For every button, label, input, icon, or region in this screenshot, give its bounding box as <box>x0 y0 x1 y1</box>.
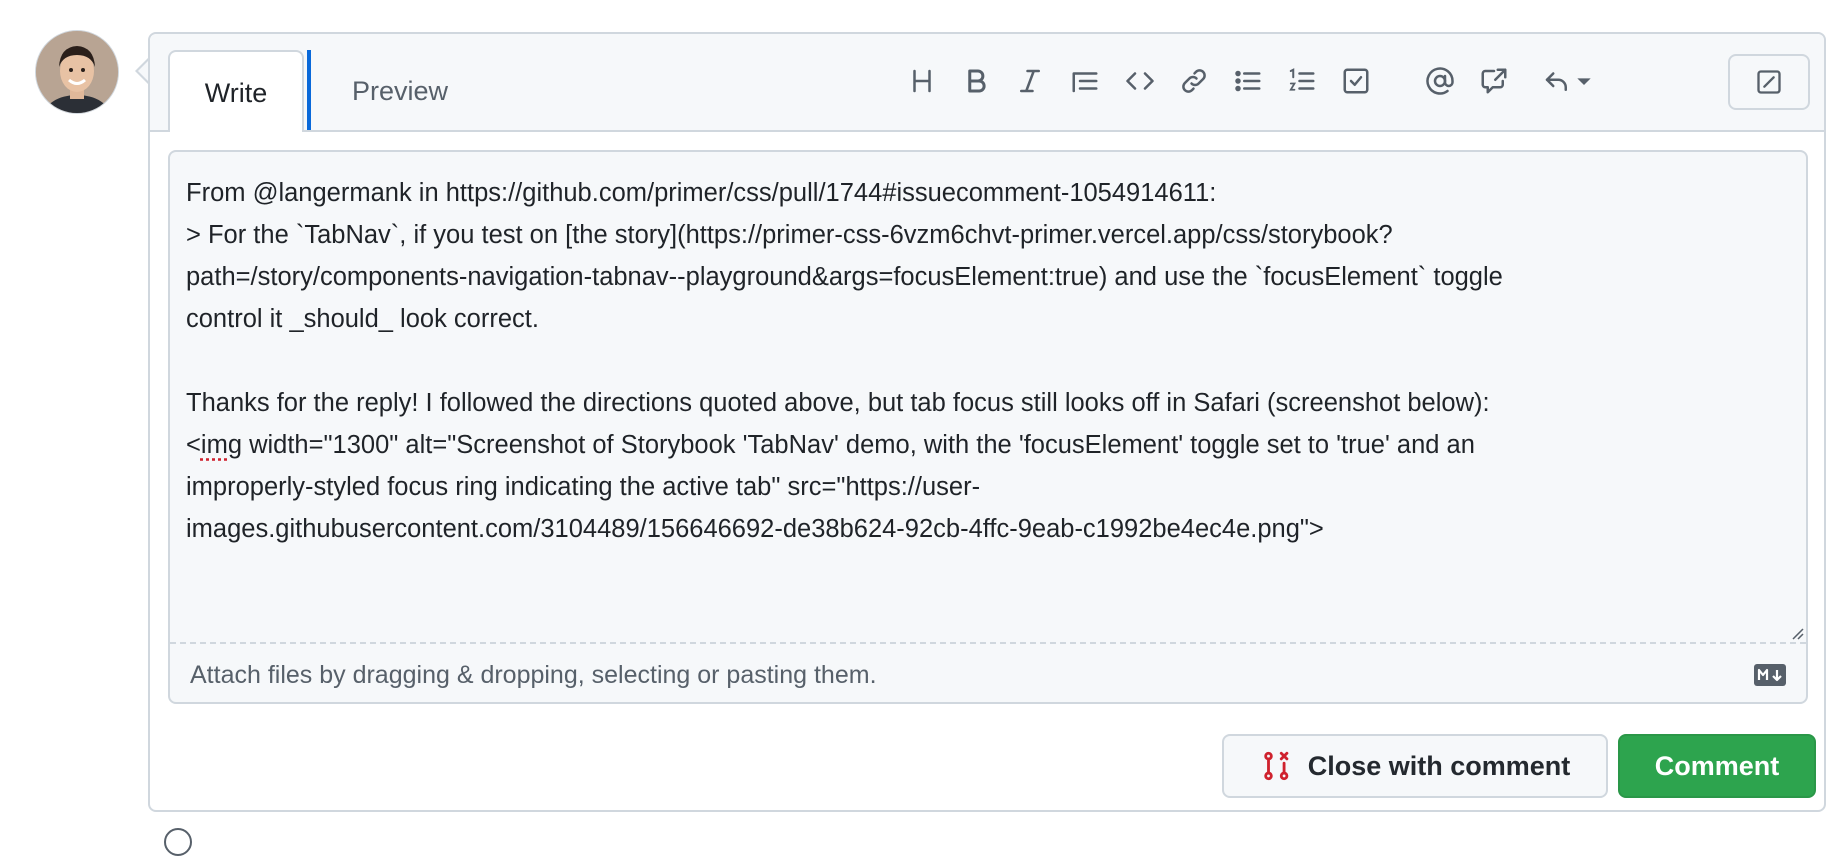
focus-ring-indicator <box>307 50 311 130</box>
mention-button[interactable] <box>1414 56 1466 106</box>
editor-line: Thanks for the reply! I followed the dir… <box>186 389 1490 417</box>
editor-line: control it _should_ look correct. <box>186 305 539 333</box>
editor-line: images.githubusercontent.com/3104489/156… <box>186 515 1324 543</box>
task-list-button[interactable] <box>1330 56 1382 106</box>
editor-line: improperly-styled focus ring indicating … <box>186 473 980 501</box>
spellcheck-underline: img <box>201 431 242 459</box>
italic-icon <box>1015 66 1045 96</box>
reply-icon <box>1542 66 1572 96</box>
code-button[interactable] <box>1114 56 1166 106</box>
editor-line: > For the `TabNav`, if you test on [the … <box>186 221 1393 249</box>
editor-line: path=/story/components-navigation-tabnav… <box>186 263 1503 291</box>
chevron-down-icon <box>1576 73 1592 89</box>
heading-button[interactable] <box>896 56 948 106</box>
resize-handle-icon[interactable] <box>1788 624 1804 640</box>
ordered-list-icon <box>1287 66 1317 96</box>
quote-icon <box>1070 66 1100 96</box>
attach-files-text: Attach files by dragging & dropping, sel… <box>190 646 877 704</box>
task-list-icon <box>1341 66 1371 96</box>
code-icon <box>1125 66 1155 96</box>
unordered-list-icon <box>1233 66 1263 96</box>
unordered-list-button[interactable] <box>1222 56 1274 106</box>
comment-button[interactable]: Comment <box>1618 734 1816 798</box>
saved-replies-button[interactable] <box>1522 56 1612 106</box>
comment-textarea[interactable]: From @langermank in https://github.com/p… <box>170 152 1806 644</box>
cross-reference-button[interactable] <box>1468 56 1520 106</box>
close-with-comment-button[interactable]: Close with comment <box>1222 734 1608 798</box>
file-attachment-dropzone[interactable]: Attach files by dragging & dropping, sel… <box>170 646 1806 704</box>
fullscreen-button[interactable] <box>1728 54 1810 110</box>
timeline-badge <box>164 828 192 856</box>
cross-reference-icon <box>1479 66 1509 96</box>
mention-icon <box>1425 66 1455 96</box>
comment-form-header: Write Preview <box>150 34 1824 132</box>
close-with-comment-label: Close with comment <box>1308 751 1571 782</box>
quote-button[interactable] <box>1059 56 1111 106</box>
link-icon <box>1179 66 1209 96</box>
issue-closed-icon <box>1260 749 1294 783</box>
comment-form: Write Preview From @langermank in https:… <box>148 32 1826 812</box>
editor-text: width="1300" alt="Screenshot of Storyboo… <box>242 431 1475 459</box>
bold-button[interactable] <box>950 56 1002 106</box>
editor-line: <img width="1300" alt="Screenshot of Sto… <box>186 431 1475 459</box>
comment-editor: From @langermank in https://github.com/p… <box>168 150 1808 704</box>
ordered-list-button[interactable] <box>1276 56 1328 106</box>
editor-line: From @langermank in https://github.com/p… <box>186 179 1216 207</box>
tab-write[interactable]: Write <box>168 50 304 132</box>
bold-icon <box>961 66 991 96</box>
heading-icon <box>907 66 937 96</box>
markdown-icon[interactable] <box>1754 664 1786 686</box>
user-avatar[interactable] <box>35 30 119 114</box>
editor-text: < <box>186 431 201 459</box>
link-button[interactable] <box>1168 56 1220 106</box>
fullscreen-icon <box>1755 68 1783 96</box>
italic-button[interactable] <box>1004 56 1056 106</box>
tab-preview[interactable]: Preview <box>320 50 480 132</box>
